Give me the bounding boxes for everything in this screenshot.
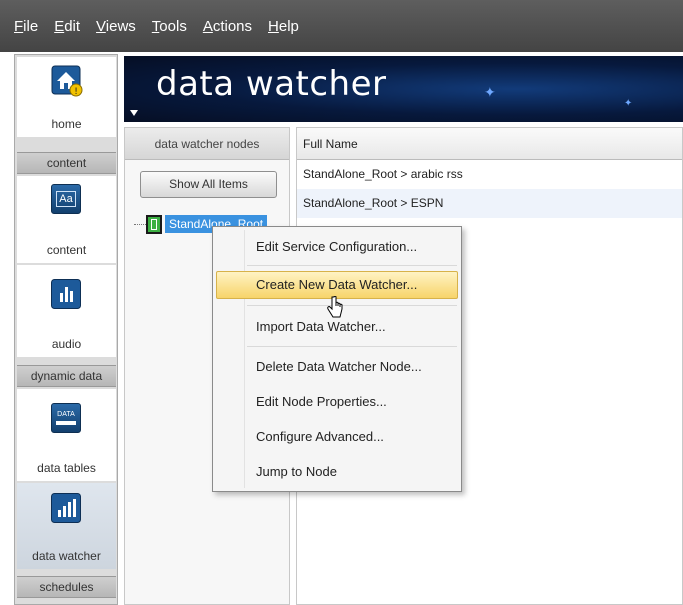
menu-separator xyxy=(247,346,457,347)
nav-section-content[interactable]: content xyxy=(17,152,116,174)
menu-actions[interactable]: Actions xyxy=(203,18,252,35)
menu-separator xyxy=(247,305,457,306)
svg-text:!: ! xyxy=(74,87,78,97)
nav-data-watcher-button[interactable]: data watcher xyxy=(17,483,116,569)
menu-item-edit-node-properties[interactable]: Edit Node Properties... xyxy=(216,388,458,416)
column-header-full-name[interactable]: Full Name xyxy=(297,128,682,160)
data-tables-icon-text: DATA xyxy=(57,411,75,418)
context-menu: Edit Service Configuration... Create New… xyxy=(212,226,462,492)
server-icon xyxy=(146,214,162,234)
nav-content-label: content xyxy=(46,243,87,257)
nav-section-schedules[interactable]: schedules xyxy=(17,576,116,598)
table-row[interactable]: StandAlone_Root > arabic rss xyxy=(297,160,682,189)
menu-item-create-new-data-watcher[interactable]: Create New Data Watcher... xyxy=(216,271,458,299)
menu-separator xyxy=(247,265,457,266)
nav-home-label: home xyxy=(51,117,82,131)
nav-audio-button[interactable]: audio xyxy=(17,265,116,357)
data-watcher-icon xyxy=(51,493,81,523)
banner-dropdown-caret-icon[interactable] xyxy=(130,110,138,116)
page-banner: data watcher ✦ ✦ xyxy=(124,56,683,122)
nav-data-watcher-label: data watcher xyxy=(32,549,101,563)
menu-item-configure-advanced[interactable]: Configure Advanced... xyxy=(216,423,458,451)
content-icon: Aa xyxy=(51,184,81,214)
sparkle-icon: ✦ xyxy=(624,98,633,109)
menu-bar: File Edit Views Tools Actions Help xyxy=(0,0,683,52)
nav-home-button[interactable]: ! home xyxy=(17,57,116,137)
page-title: data watcher xyxy=(156,64,387,104)
menu-file[interactable]: File xyxy=(14,18,38,35)
hand-cursor-icon xyxy=(327,296,343,318)
menu-help[interactable]: Help xyxy=(268,18,299,35)
menu-edit[interactable]: Edit xyxy=(54,18,80,35)
menu-item-jump-to-node[interactable]: Jump to Node xyxy=(216,458,458,486)
home-icon: ! xyxy=(51,65,83,97)
sparkle-icon: ✦ xyxy=(484,84,496,100)
nav-data-tables-button[interactable]: DATA data tables xyxy=(17,389,116,481)
nav-audio-label: audio xyxy=(51,337,82,351)
nav-section-dynamic-data[interactable]: dynamic data xyxy=(17,365,116,387)
data-tables-icon: DATA xyxy=(51,403,81,433)
audio-icon xyxy=(51,279,81,309)
nav-content-button[interactable]: Aa content xyxy=(17,176,116,263)
menu-tools[interactable]: Tools xyxy=(152,18,187,35)
table-row[interactable]: StandAlone_Root > ESPN xyxy=(297,189,682,218)
left-nav: ! home content Aa content audio dynamic … xyxy=(14,54,118,605)
menu-views[interactable]: Views xyxy=(96,18,136,35)
menu-item-edit-service-configuration[interactable]: Edit Service Configuration... xyxy=(216,233,458,261)
nav-data-tables-label: data tables xyxy=(37,461,96,475)
content-icon-text: Aa xyxy=(56,191,76,207)
nodes-panel-header: data watcher nodes xyxy=(125,128,289,160)
show-all-items-button[interactable]: Show All Items xyxy=(140,171,277,198)
menu-item-delete-data-watcher-node[interactable]: Delete Data Watcher Node... xyxy=(216,353,458,381)
app-window: File Edit Views Tools Actions Help ! hom… xyxy=(0,0,683,605)
